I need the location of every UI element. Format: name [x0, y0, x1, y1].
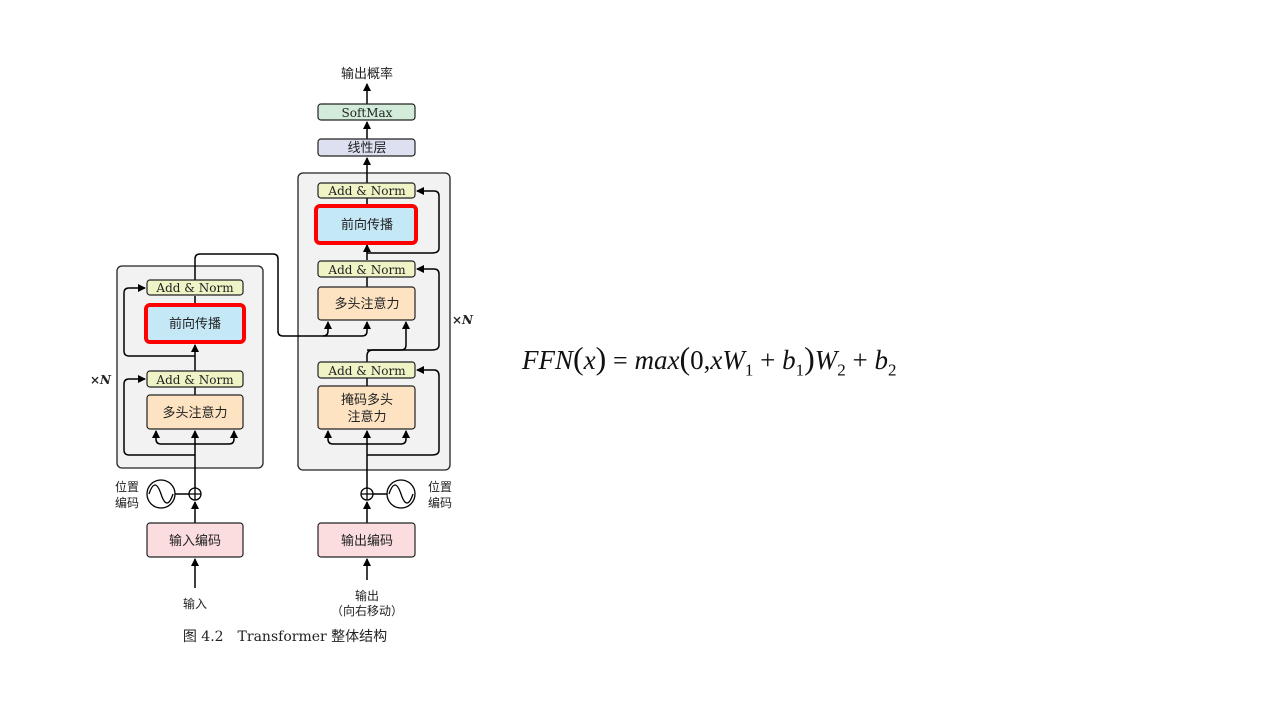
encoder-pos-label: 位置: [115, 479, 139, 494]
slide: Add & Norm 前向传播 Add & Norm 多头注意力 输入编码 So…: [0, 0, 1280, 720]
formula-w2: W: [814, 345, 838, 375]
encoder-positional-wave-icon: [146, 479, 176, 509]
decoder-pos-label: 位置: [428, 479, 452, 494]
output-embedding: 输出编码: [317, 522, 416, 558]
formula-plus2: +: [852, 345, 868, 375]
decoder-add-icon: [360, 487, 374, 501]
svg-text:Add & Norm: Add & Norm: [327, 364, 406, 378]
encoder-block: [116, 265, 264, 469]
encoder-add-norm-bottom: Add & Norm: [146, 370, 244, 388]
output-shift-label: （向右移动）: [331, 603, 403, 618]
formula-xw: xW: [710, 345, 745, 375]
decoder-positional-wave-icon: [386, 479, 416, 509]
output-probability-label: 输出概率: [341, 66, 393, 82]
ffn-formula: FFN(x) = max(0,xW1 + b1)W2 + b2: [522, 340, 897, 380]
decoder-pos-label-2: 编码: [428, 495, 452, 510]
formula-max: max: [634, 345, 680, 375]
formula-sub2: 1: [795, 360, 805, 380]
decoder-add-norm-top: Add & Norm: [317, 182, 416, 199]
formula-sub1: 1: [744, 360, 754, 380]
encoder-add-icon: [188, 487, 202, 501]
formula-eq: =: [613, 346, 628, 375]
svg-text:前向传播: 前向传播: [169, 316, 221, 332]
formula-sub3: 2: [837, 360, 846, 380]
svg-text:多头注意力: 多头注意力: [162, 405, 227, 421]
input-label: 输入: [183, 596, 207, 611]
decoder-multihead-attention: 多头注意力: [317, 286, 416, 321]
encoder-pos-label-2: 编码: [115, 495, 139, 510]
svg-text:前向传播: 前向传播: [341, 217, 393, 233]
svg-text:注意力: 注意力: [347, 409, 386, 425]
svg-text:Add & Norm: Add & Norm: [155, 373, 234, 387]
decoder-ffn-highlighted: 前向传播: [314, 204, 418, 245]
linear-layer-box: 线性层: [317, 138, 416, 157]
encoder-ffn-highlighted: 前向传播: [144, 303, 246, 344]
svg-text:SoftMax: SoftMax: [342, 106, 393, 120]
formula-zero: 0,: [690, 345, 711, 375]
svg-text:多头注意力: 多头注意力: [334, 296, 399, 312]
svg-text:Add & Norm: Add & Norm: [327, 184, 406, 198]
input-embedding: 输入编码: [146, 522, 244, 558]
decoder-add-norm-middle: Add & Norm: [317, 260, 416, 278]
svg-text:线性层: 线性层: [347, 141, 386, 156]
decoder-repeat-label: ×N: [452, 313, 474, 327]
encoder-multihead-attention: 多头注意力: [146, 394, 244, 430]
figure-caption: 图 4.2 Transformer 整体结构: [183, 629, 387, 645]
formula-b1: b: [782, 345, 796, 375]
decoder-add-norm-bottom: Add & Norm: [317, 361, 416, 379]
softmax-box: SoftMax: [317, 103, 416, 121]
output-label: 输出: [355, 588, 379, 603]
svg-text:输入编码: 输入编码: [169, 533, 221, 549]
formula-lhs: FFN: [522, 345, 573, 375]
formula-plus1: +: [760, 345, 776, 375]
encoder-repeat-label: ×N: [90, 373, 112, 387]
formula-b2: b: [874, 345, 888, 375]
encoder-add-norm-top: Add & Norm: [146, 279, 244, 296]
svg-text:输出编码: 输出编码: [341, 533, 393, 549]
svg-text:Add & Norm: Add & Norm: [155, 281, 234, 295]
formula-sub4: 2: [887, 360, 897, 380]
svg-text:掩码多头: 掩码多头: [341, 392, 393, 408]
svg-text:Add & Norm: Add & Norm: [327, 263, 406, 277]
decoder-masked-multihead-attention: 掩码多头 注意力: [317, 385, 416, 430]
formula-arg: x: [583, 345, 596, 375]
